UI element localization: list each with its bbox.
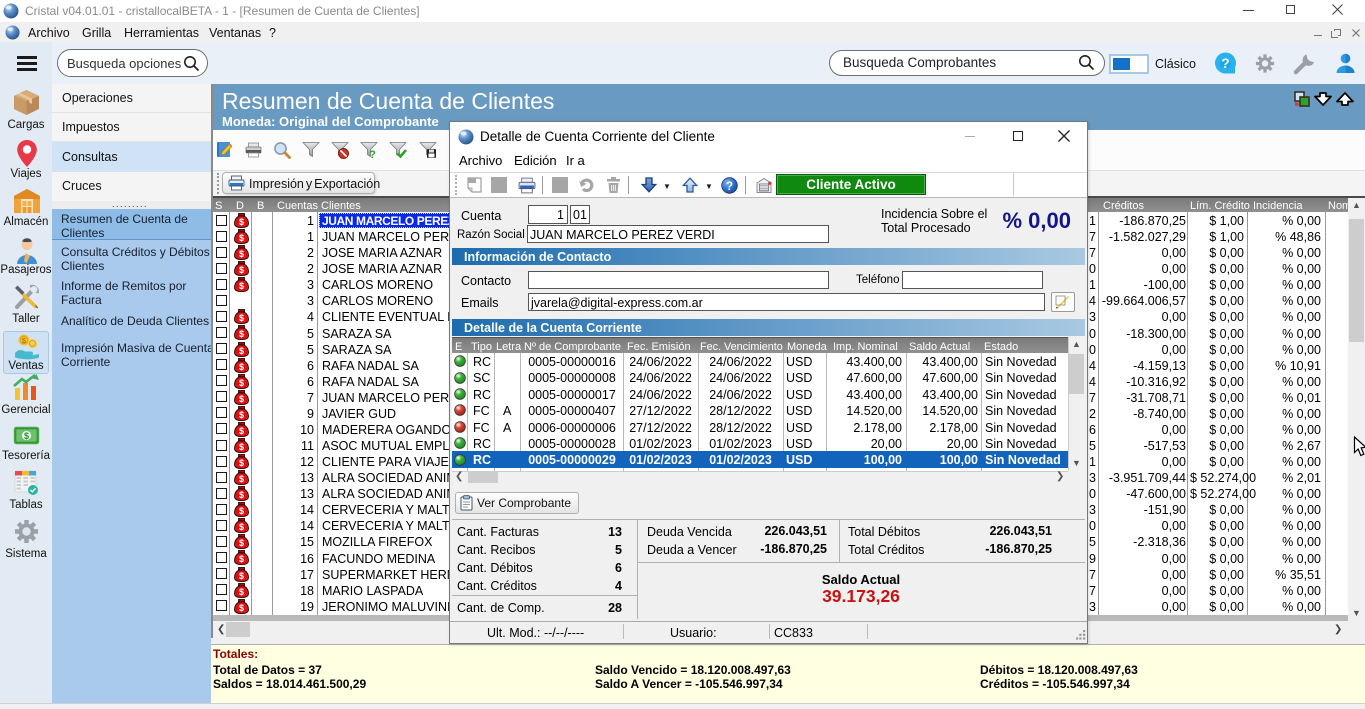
svg-text:$: $ bbox=[239, 378, 244, 388]
svg-text:$: $ bbox=[239, 362, 244, 372]
svg-text:$: $ bbox=[239, 249, 244, 259]
svg-text:$: $ bbox=[239, 329, 244, 339]
svg-text:$: $ bbox=[239, 538, 244, 548]
svg-text:$: $ bbox=[239, 554, 244, 564]
svg-text:$: $ bbox=[239, 217, 244, 227]
svg-text:$: $ bbox=[239, 233, 244, 243]
svg-text:$: $ bbox=[239, 265, 244, 275]
svg-text:$: $ bbox=[239, 603, 244, 613]
svg-text:$: $ bbox=[239, 410, 244, 420]
svg-text:$: $ bbox=[239, 490, 244, 500]
svg-text:$: $ bbox=[24, 431, 29, 441]
svg-text:$: $ bbox=[239, 474, 244, 484]
svg-text:$: $ bbox=[239, 442, 244, 452]
svg-text:?: ? bbox=[369, 149, 376, 159]
svg-text:$: $ bbox=[239, 346, 244, 356]
svg-text:$: $ bbox=[239, 313, 244, 323]
svg-text:$: $ bbox=[239, 458, 244, 468]
svg-text:?: ? bbox=[726, 181, 733, 193]
svg-text:$: $ bbox=[239, 522, 244, 532]
svg-text:$: $ bbox=[239, 281, 244, 291]
svg-text:$: $ bbox=[239, 426, 244, 436]
svg-text:?: ? bbox=[1221, 56, 1229, 71]
svg-text:$: $ bbox=[239, 571, 244, 581]
svg-text:$: $ bbox=[239, 506, 244, 516]
svg-text:$: $ bbox=[239, 394, 244, 404]
svg-text:$: $ bbox=[239, 587, 244, 597]
